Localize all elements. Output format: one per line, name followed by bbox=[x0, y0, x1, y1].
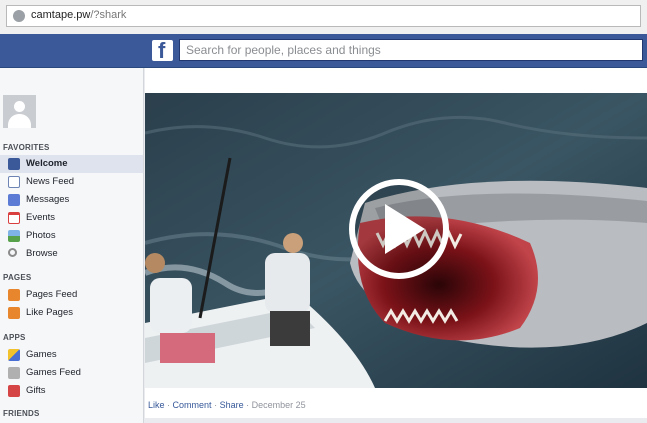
sidebar-item-photos[interactable]: Photos bbox=[0, 227, 143, 245]
sidebar-item-gifts[interactable]: Gifts bbox=[0, 382, 143, 400]
games-icon bbox=[8, 349, 20, 361]
search-icon bbox=[8, 248, 17, 257]
sidebar-item-browse[interactable]: Browse bbox=[0, 245, 143, 263]
browser-address-bar: camtape.pw/?shark bbox=[0, 0, 647, 34]
post-card: Like · Comment · Share · December 25 bbox=[145, 68, 647, 423]
favorites-heading: FAVORITES bbox=[3, 143, 50, 152]
left-sidebar: FAVORITES Welcome News Feed Messages Eve… bbox=[0, 68, 144, 423]
facebook-logo-letter: f bbox=[158, 38, 166, 63]
sidebar-item-news-feed[interactable]: News Feed bbox=[0, 173, 143, 191]
share-link[interactable]: Share bbox=[220, 400, 244, 410]
sidebar-item-pages-feed[interactable]: Pages Feed bbox=[0, 286, 143, 304]
post-actions: Like · Comment · Share · December 25 bbox=[148, 400, 306, 410]
play-icon[interactable] bbox=[348, 178, 450, 280]
avatar-head bbox=[14, 101, 25, 112]
sidebar-item-label: Gifts bbox=[26, 385, 46, 396]
messages-icon bbox=[8, 194, 20, 206]
calendar-icon bbox=[8, 212, 20, 224]
sidebar-item-like-pages[interactable]: Like Pages bbox=[0, 304, 143, 322]
sidebar-item-label: News Feed bbox=[26, 176, 75, 187]
profile-avatar[interactable] bbox=[3, 95, 36, 128]
sidebar-item-label: Games Feed bbox=[26, 367, 81, 378]
url-field[interactable]: camtape.pw/?shark bbox=[6, 5, 641, 27]
search-input[interactable]: Search for people, places and things bbox=[179, 39, 643, 61]
photos-icon bbox=[8, 230, 20, 242]
url-text: camtape.pw/?shark bbox=[31, 9, 126, 21]
url-path: /?shark bbox=[90, 9, 127, 21]
sidebar-item-messages[interactable]: Messages bbox=[0, 191, 143, 209]
sidebar-item-label: Photos bbox=[26, 230, 56, 241]
apps-heading: APPS bbox=[3, 333, 26, 342]
globe-icon bbox=[13, 10, 25, 22]
facebook-icon bbox=[8, 158, 20, 170]
separator: · bbox=[246, 400, 250, 410]
sidebar-item-events[interactable]: Events bbox=[0, 209, 143, 227]
post-date[interactable]: December 25 bbox=[252, 400, 306, 410]
sidebar-item-label: Events bbox=[26, 212, 56, 223]
news-feed-icon bbox=[8, 176, 20, 188]
like-link[interactable]: Like bbox=[148, 400, 165, 410]
pages-heading: PAGES bbox=[3, 273, 32, 282]
separator: · bbox=[214, 400, 218, 410]
search-placeholder: Search for people, places and things bbox=[186, 43, 381, 57]
sidebar-item-label: Like Pages bbox=[26, 307, 74, 318]
sidebar-item-games[interactable]: Games bbox=[0, 346, 143, 364]
sidebar-item-label: Welcome bbox=[26, 158, 68, 169]
url-host: camtape.pw bbox=[31, 9, 91, 21]
facebook-logo[interactable]: f bbox=[152, 38, 173, 63]
sidebar-item-games-feed[interactable]: Games Feed bbox=[0, 364, 143, 382]
flag-icon bbox=[8, 307, 20, 319]
avatar-body bbox=[8, 114, 31, 128]
sidebar-item-welcome[interactable]: Welcome bbox=[0, 155, 143, 173]
sidebar-item-label: Browse bbox=[26, 248, 58, 259]
comment-link[interactable]: Comment bbox=[173, 400, 212, 410]
games-feed-icon bbox=[8, 367, 20, 379]
facebook-header: f Search for people, places and things bbox=[0, 34, 647, 68]
video-thumbnail[interactable] bbox=[145, 93, 647, 388]
friends-heading: FRIENDS bbox=[3, 409, 40, 418]
sidebar-item-label: Pages Feed bbox=[26, 289, 78, 300]
sidebar-item-label: Messages bbox=[26, 194, 70, 205]
separator: · bbox=[167, 400, 171, 410]
card-bottom-divider bbox=[145, 418, 647, 423]
gift-icon bbox=[8, 385, 20, 397]
sidebar-item-label: Games bbox=[26, 349, 57, 360]
flag-icon bbox=[8, 289, 20, 301]
